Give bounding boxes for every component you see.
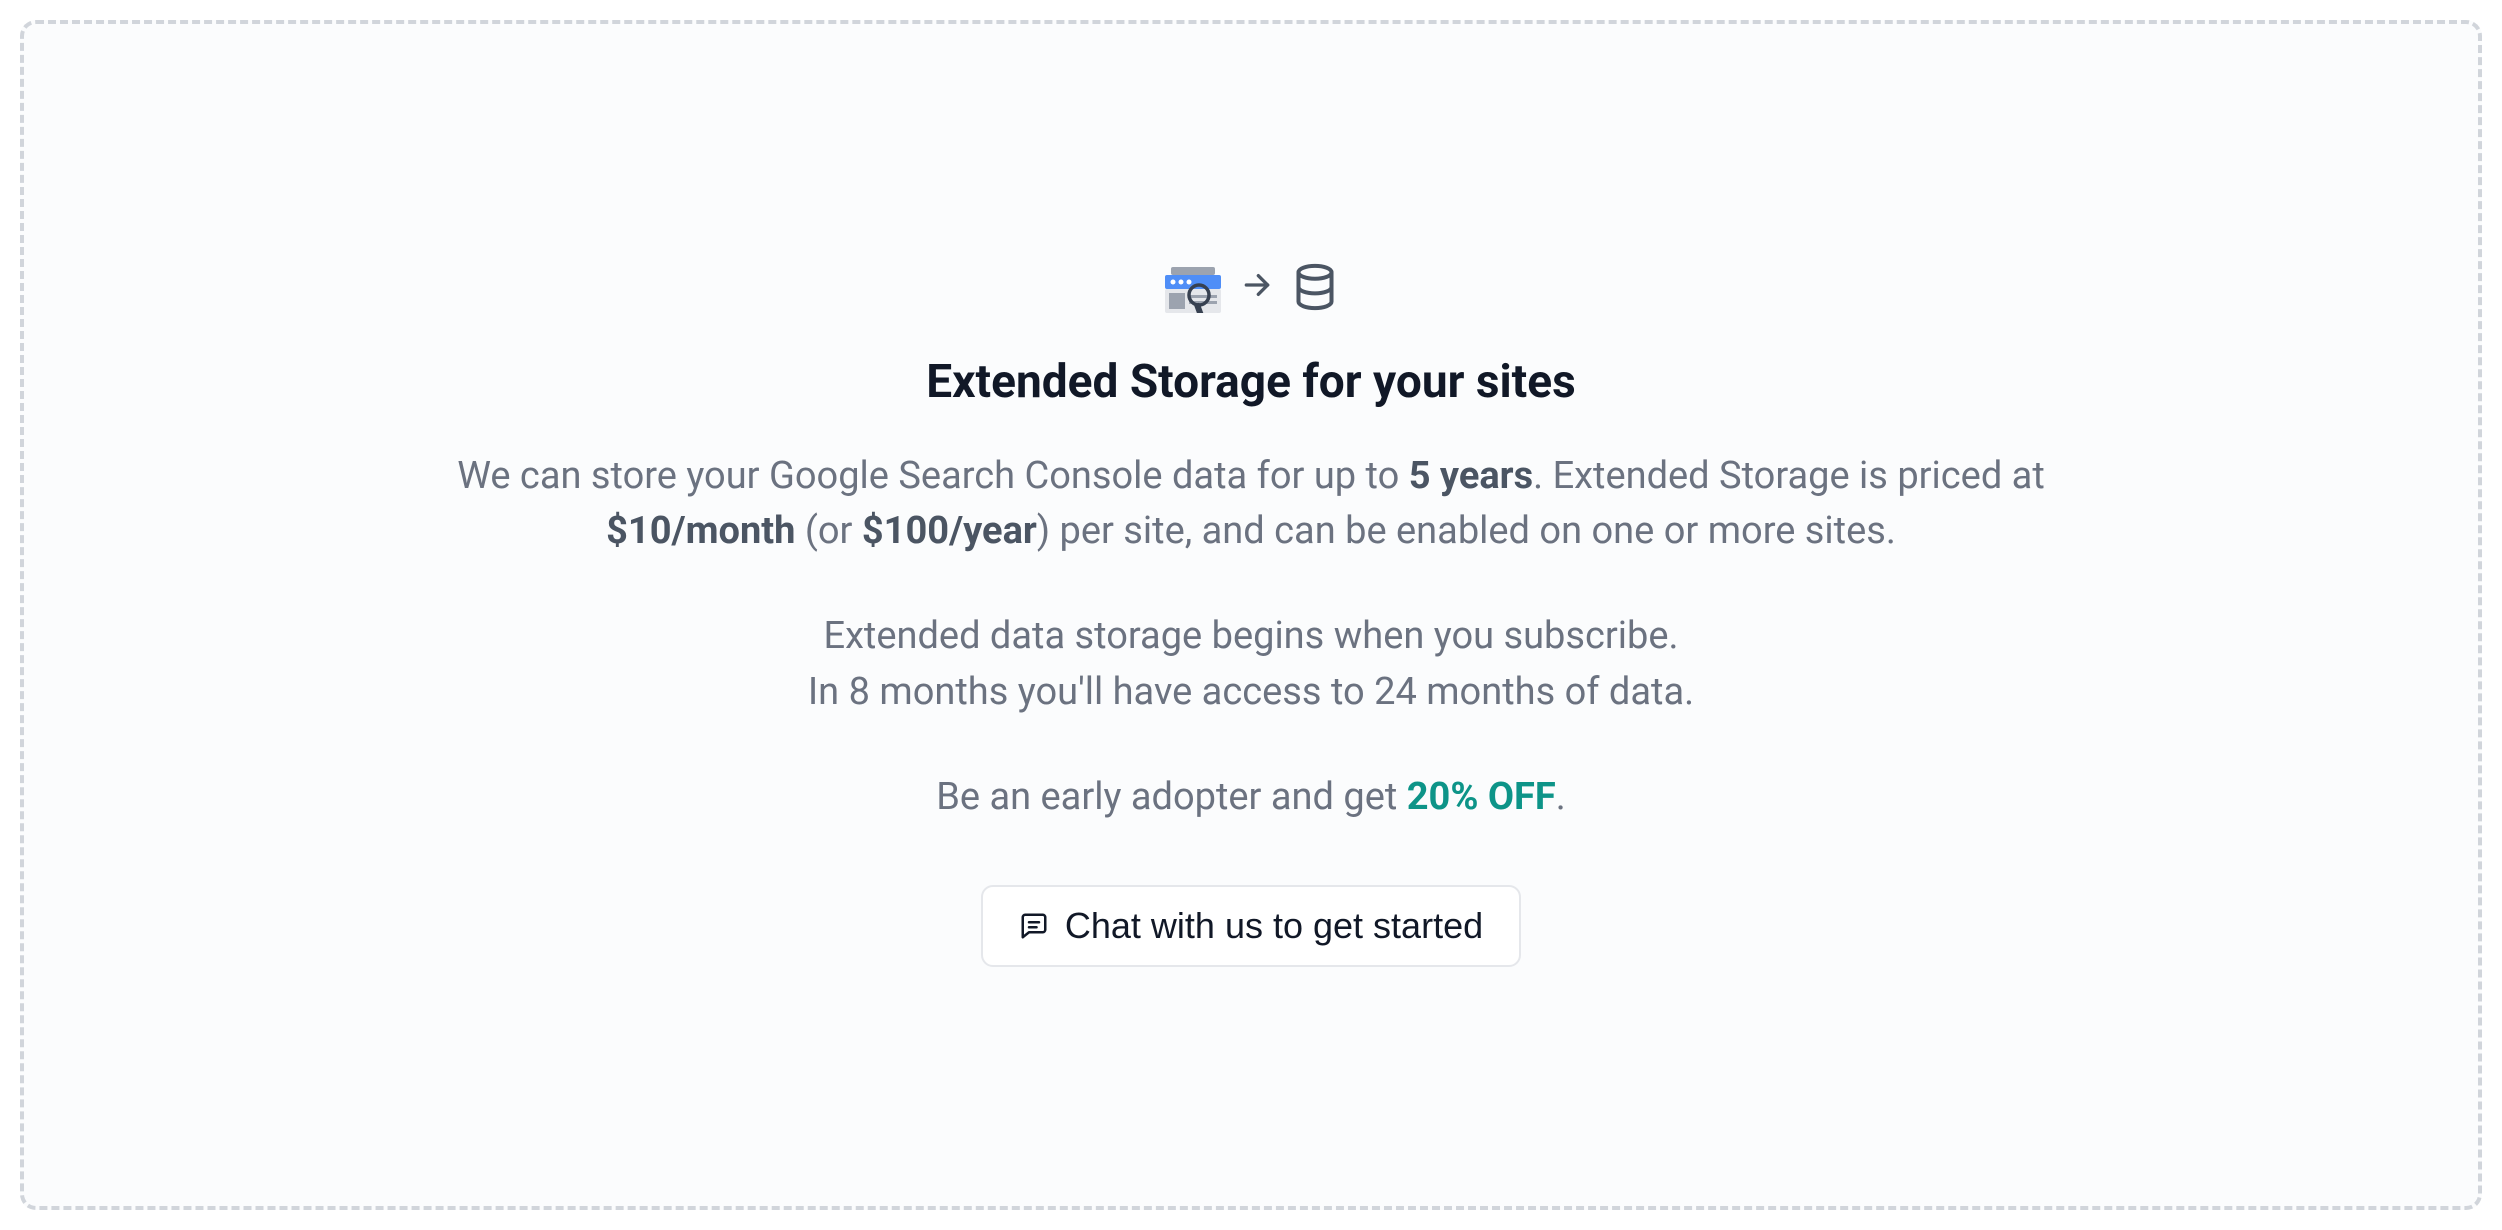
panel-title: Extended Storage for your sites [926, 355, 1575, 409]
chat-button[interactable]: Chat with us to get started [981, 885, 1521, 967]
extended-storage-panel: Extended Storage for your sites We can s… [20, 20, 2482, 1210]
icon-row [1165, 263, 1337, 315]
panel-body: We can store your Google Search Console … [451, 449, 2051, 884]
chat-button-label: Chat with us to get started [1065, 905, 1483, 947]
price-monthly: $10/month [606, 509, 795, 553]
paragraph-begins: Extended data storage begins when you su… [451, 609, 2051, 719]
chat-icon [1019, 911, 1049, 941]
paragraph-discount: Be an early adopter and get 20% OFF. [451, 770, 2051, 825]
paragraph-pricing: We can store your Google Search Console … [451, 449, 2051, 559]
storage-duration: 5 years [1409, 454, 1533, 498]
discount-badge: 20% OFF [1407, 775, 1556, 819]
database-icon [1293, 263, 1337, 315]
google-search-console-icon [1165, 265, 1221, 313]
price-yearly: $100/year [862, 509, 1037, 553]
arrow-right-icon [1241, 268, 1273, 310]
